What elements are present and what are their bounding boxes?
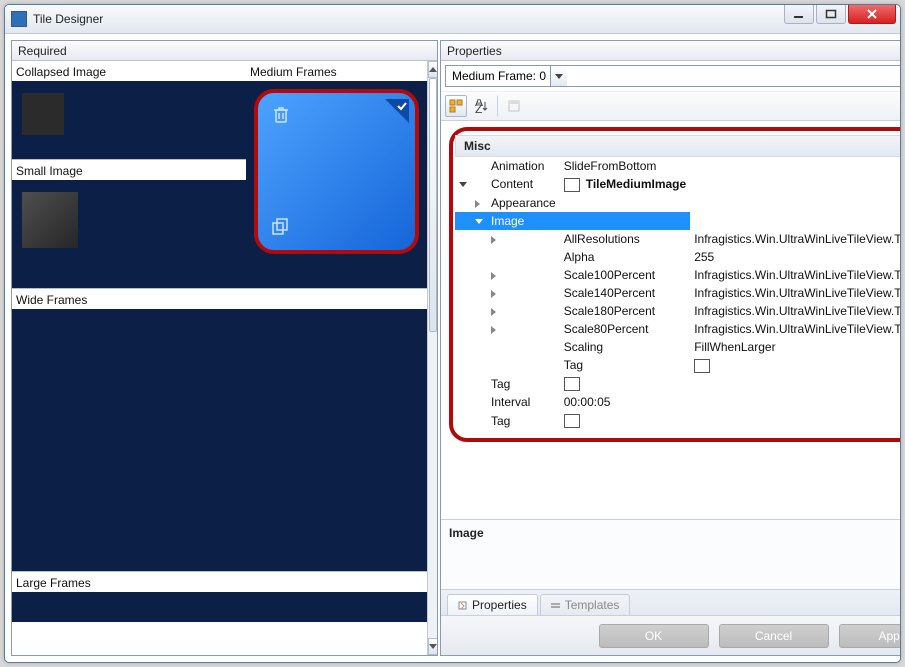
property-pages-button	[503, 95, 525, 117]
prop-row-animation[interactable]: AnimationSlideFromBottom	[455, 157, 900, 175]
combo-dropdown-button[interactable]	[550, 66, 567, 86]
prop-row-tag-mid[interactable]: Tag	[455, 375, 900, 394]
frame-selector-value: Medium Frame: 0	[452, 69, 546, 83]
wide-frames-zone[interactable]	[12, 309, 427, 571]
medium-frames-label: Medium Frames	[246, 61, 427, 81]
large-frames-zone[interactable]	[12, 592, 427, 622]
property-grid-highlight: Misc AnimationSlideFromBottom ContentTil…	[449, 127, 900, 442]
collapsed-swatch[interactable]	[22, 93, 64, 135]
content-value: TileMediumImage	[586, 177, 686, 191]
tile-selected-corner	[385, 99, 409, 123]
tile-designer-window: Tile Designer Required Collapsed Image	[4, 4, 901, 663]
scroll-thumb[interactable]	[429, 78, 437, 332]
svg-text:Z: Z	[475, 102, 482, 113]
collapsed-image-zone[interactable]	[12, 81, 246, 159]
description-pane: Image	[441, 519, 900, 589]
scroll-down-button[interactable]	[428, 638, 437, 655]
wide-frames-label: Wide Frames	[12, 288, 427, 309]
prop-row-tag-outer[interactable]: Tag	[455, 411, 900, 430]
small-image-zone[interactable]	[12, 180, 246, 288]
prop-row-scaling[interactable]: ScalingFillWhenLarger	[455, 338, 900, 356]
categorized-button[interactable]	[445, 95, 467, 117]
properties-pane: Properties Medium Frame: 0 AZ	[440, 40, 900, 656]
titlebar[interactable]: Tile Designer	[5, 5, 900, 34]
prop-row-interval[interactable]: Interval00:00:05	[455, 393, 900, 411]
alphabetical-button[interactable]: AZ	[471, 95, 493, 117]
minimize-button[interactable]	[784, 4, 814, 24]
prop-row-scale180[interactable]: Scale180PercentInfragistics.Win.UltraWin…	[455, 302, 900, 320]
close-button[interactable]	[848, 4, 896, 24]
scroll-track[interactable]	[428, 78, 437, 638]
medium-frames-zone[interactable]	[246, 81, 427, 288]
prop-row-scale80[interactable]: Scale80PercentInfragistics.Win.UltraWinL…	[455, 320, 900, 338]
medium-tile[interactable]	[254, 89, 419, 254]
description-title: Image	[449, 526, 900, 540]
properties-toolbar: AZ	[441, 92, 900, 121]
small-swatch[interactable]	[22, 192, 78, 248]
left-scrollbar[interactable]	[427, 61, 437, 655]
tab-templates-label: Templates	[565, 598, 620, 612]
right-tabstrip: Properties Templates	[441, 589, 900, 615]
category-misc[interactable]: Misc	[455, 135, 900, 157]
properties-header: Properties	[441, 41, 900, 61]
required-pane: Required Collapsed Image Small Image	[11, 40, 438, 656]
properties-header-label: Properties	[447, 44, 502, 58]
prop-row-allresolutions[interactable]: AllResolutionsInfragistics.Win.UltraWinL…	[455, 230, 900, 248]
dialog-button-row: OK Cancel Apply	[441, 615, 900, 655]
prop-row-scale140[interactable]: Scale140PercentInfragistics.Win.UltraWin…	[455, 284, 900, 302]
copy-icon[interactable]	[270, 217, 290, 240]
small-image-label: Small Image	[12, 159, 246, 180]
ok-button[interactable]: OK	[599, 624, 709, 648]
apply-button[interactable]: Apply	[839, 624, 900, 648]
large-frames-label: Large Frames	[12, 571, 427, 592]
tab-properties-label: Properties	[472, 598, 527, 612]
tab-properties[interactable]: Properties	[447, 594, 538, 615]
toolbar-separator	[497, 95, 499, 117]
prop-row-content[interactable]: ContentTileMediumImage	[455, 175, 900, 194]
trash-icon[interactable]	[272, 105, 290, 128]
prop-row-alpha[interactable]: Alpha255	[455, 248, 900, 266]
templates-tab-icon	[551, 601, 560, 610]
required-header-label: Required	[18, 44, 67, 58]
check-icon	[396, 100, 408, 112]
tab-templates[interactable]: Templates	[540, 594, 631, 615]
properties-tab-icon	[458, 601, 467, 610]
app-icon	[11, 11, 27, 27]
scroll-up-button[interactable]	[428, 61, 437, 78]
frame-selector-combo[interactable]: Medium Frame: 0	[445, 65, 900, 87]
maximize-button[interactable]	[816, 4, 846, 24]
prop-row-tag-inner[interactable]: Tag	[455, 356, 900, 375]
property-grid: AnimationSlideFromBottom ContentTileMedi…	[455, 157, 900, 430]
cancel-button[interactable]: Cancel	[719, 624, 829, 648]
prop-row-image[interactable]: Image	[455, 212, 900, 230]
required-header: Required	[12, 41, 437, 61]
prop-row-scale100[interactable]: Scale100PercentInfragistics.Win.UltraWin…	[455, 266, 900, 284]
prop-row-appearance[interactable]: Appearance	[455, 194, 900, 212]
collapsed-image-label: Collapsed Image	[12, 61, 246, 81]
window-title: Tile Designer	[33, 12, 894, 26]
